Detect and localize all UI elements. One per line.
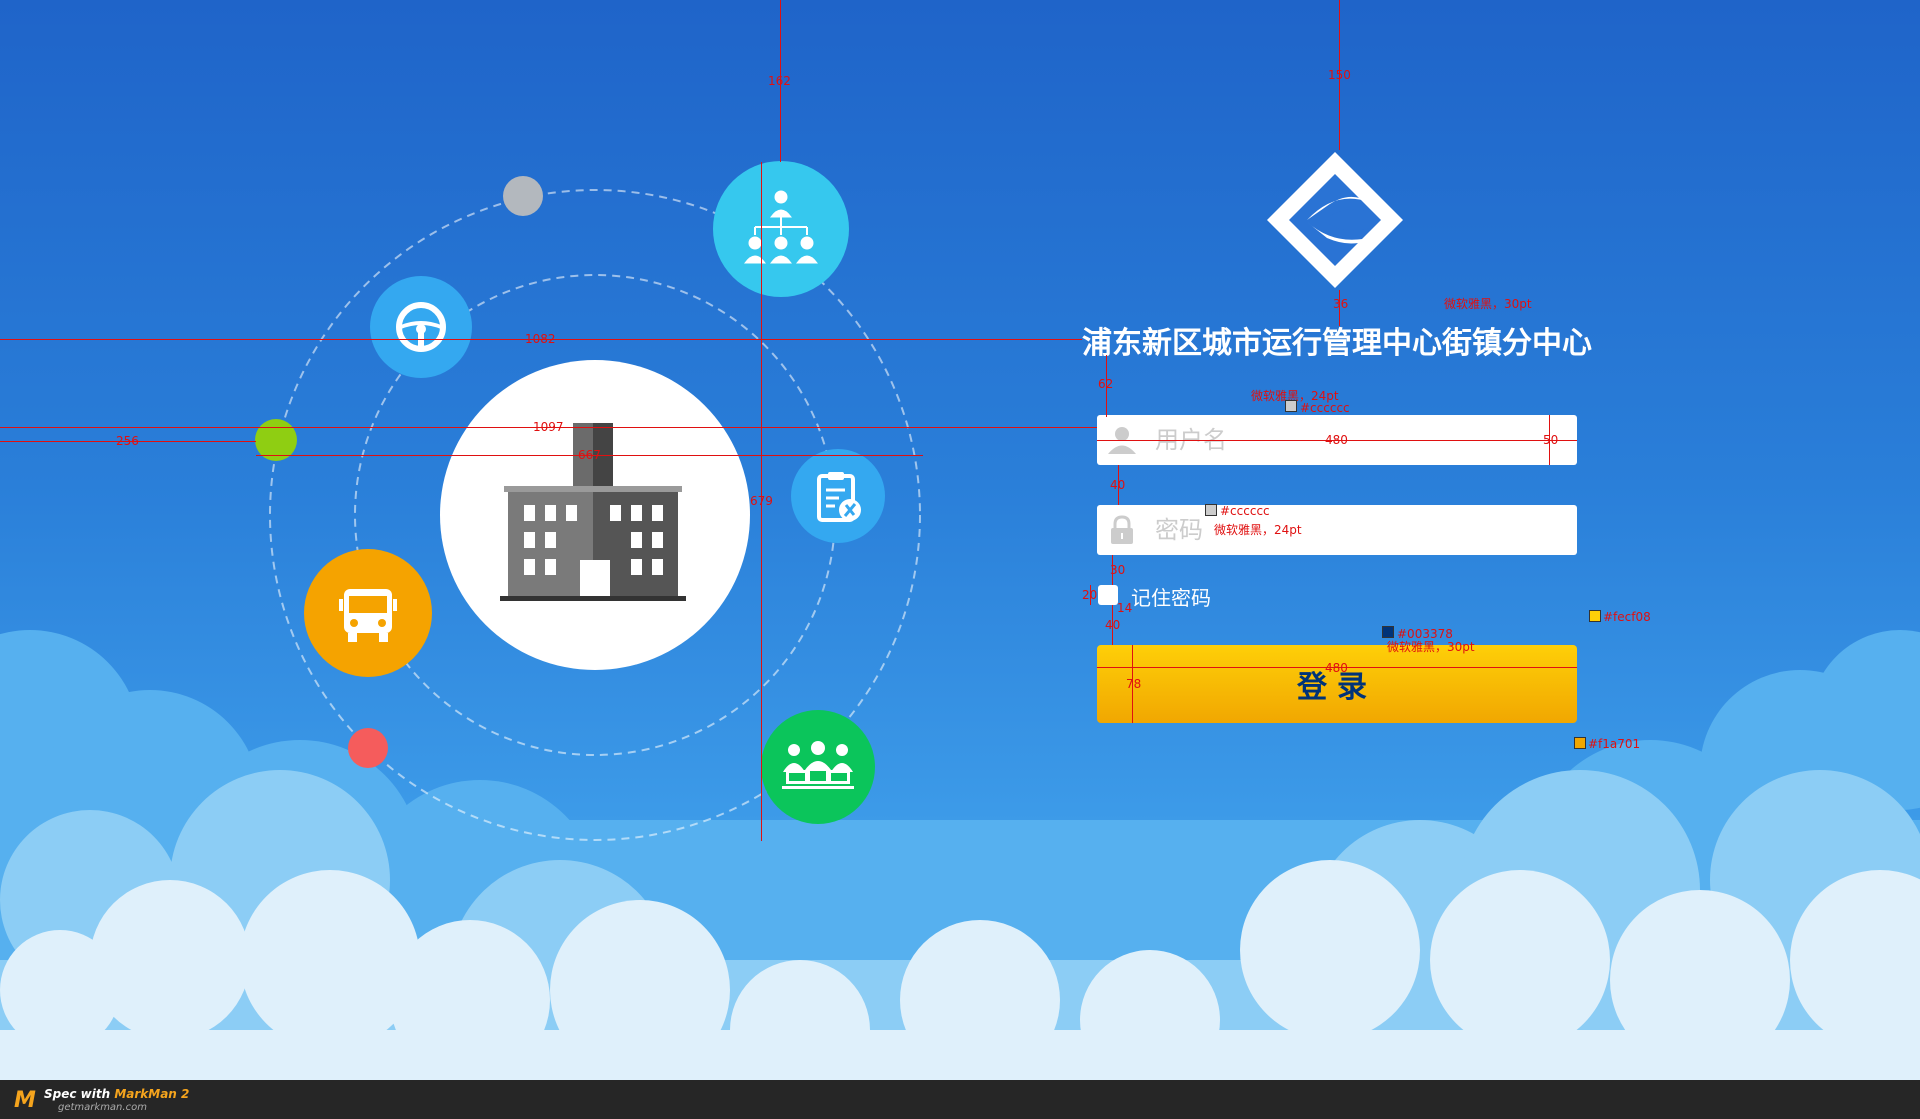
login-button[interactable]: 登录 xyxy=(1097,645,1577,723)
color-swatch xyxy=(1574,737,1586,749)
spec-dim: 36 xyxy=(1333,297,1349,311)
spec-dim: 78 xyxy=(1126,677,1142,691)
spec-note: #003378 xyxy=(1397,627,1453,641)
spec-dim: 40 xyxy=(1105,618,1121,632)
spec-dim: 14 xyxy=(1117,601,1133,615)
bus-icon xyxy=(339,589,397,642)
spec-dim: 256 xyxy=(116,434,139,448)
spec-dim: 667 xyxy=(578,448,601,462)
spec-note: 微软雅黑，24pt xyxy=(1214,523,1302,537)
color-swatch xyxy=(1285,400,1297,412)
footer-brand-prefix: Spec with xyxy=(44,1087,115,1101)
login-screen: 浦东新区城市运行管理中心街镇分中心 用户名 密码 记住密码 登录 162 150… xyxy=(0,0,1920,1080)
lock-icon xyxy=(1111,515,1133,544)
spec-note: #cccccc xyxy=(1300,401,1350,415)
spec-dim: 20 xyxy=(1082,588,1098,602)
spec-dim: 1097 xyxy=(533,420,564,434)
markman-footer: M Spec with MarkMan 2 getmarkman.com xyxy=(0,1080,1920,1119)
remember-password-label[interactable]: 记住密码 xyxy=(1131,582,1211,611)
orbit-diagram xyxy=(255,161,921,841)
color-swatch xyxy=(1382,626,1394,638)
spec-dim: 480 xyxy=(1325,661,1348,675)
app-logo-icon xyxy=(1267,152,1403,288)
spec-note: #cccccc xyxy=(1220,504,1270,518)
spec-note: #fecf08 xyxy=(1603,610,1651,624)
spec-note: #f1a701 xyxy=(1588,737,1641,751)
steering-wheel-icon xyxy=(396,302,446,352)
color-swatch xyxy=(1589,610,1601,622)
markman-logo-icon: M xyxy=(14,1088,36,1113)
spec-dim: 1082 xyxy=(525,332,556,346)
footer-brand: Spec with MarkMan 2 xyxy=(44,1087,189,1101)
footer-brand-name: MarkMan 2 xyxy=(114,1087,190,1101)
page-title: 浦东新区城市运行管理中心街镇分中心 xyxy=(1082,326,1592,361)
spec-dim: 62 xyxy=(1098,377,1114,391)
spec-note: 微软雅黑，30pt xyxy=(1387,640,1475,654)
spec-dim: 679 xyxy=(750,494,773,508)
spec-dim: 150 xyxy=(1328,68,1351,82)
footer-site: getmarkman.com xyxy=(58,1102,147,1113)
password-field[interactable]: 密码 xyxy=(1097,505,1577,555)
spec-dim: 480 xyxy=(1325,433,1348,447)
clipboard-tools-icon xyxy=(817,472,861,522)
remember-password-checkbox[interactable] xyxy=(1098,585,1118,605)
spec-dim: 50 xyxy=(1543,433,1559,447)
spec-dim: 40 xyxy=(1110,478,1126,492)
password-placeholder: 密码 xyxy=(1155,516,1203,544)
org-chart-icon xyxy=(744,190,818,264)
spec-dim: 30 xyxy=(1110,563,1126,577)
spec-note: 微软雅黑，30pt xyxy=(1444,297,1532,311)
color-swatch xyxy=(1205,504,1217,516)
spec-dim: 162 xyxy=(768,74,791,88)
meeting-icon xyxy=(782,741,854,789)
